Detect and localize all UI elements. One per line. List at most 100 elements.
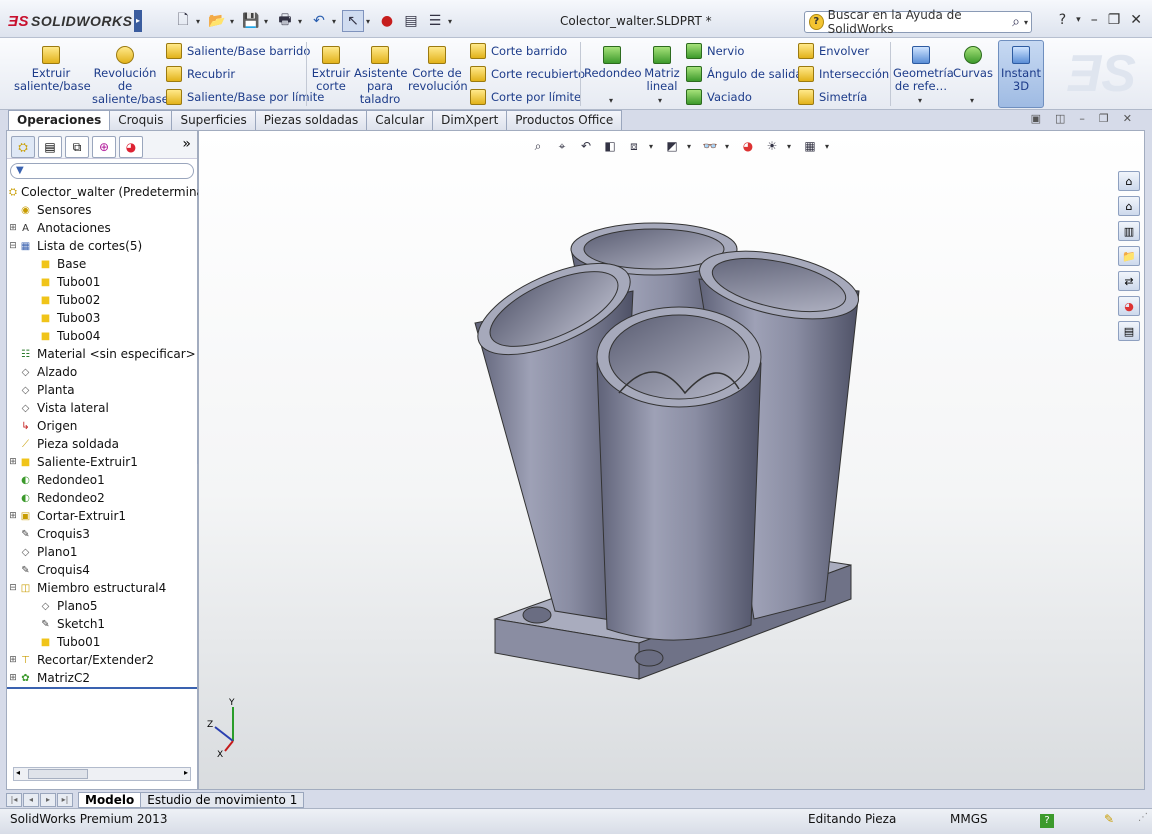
magnifier-icon[interactable]: ⌕	[1012, 14, 1020, 30]
select-cursor-icon[interactable]: ↖	[342, 10, 364, 32]
help-dropdown-icon[interactable]: ▾	[1076, 12, 1081, 28]
menu-expand-arrow[interactable]: ▸	[134, 10, 142, 32]
close-icon[interactable]: ✕	[1130, 12, 1142, 28]
view-tile-icon[interactable]: ▣	[1031, 112, 1041, 125]
prev-tab-icon[interactable]: ◂	[23, 793, 39, 807]
tree-item[interactable]: ✎ Sketch1	[9, 615, 197, 633]
tree-expander-icon[interactable]: ⊞	[9, 511, 17, 521]
tree-item[interactable]: ◐ Redondeo1	[9, 471, 197, 489]
tree-item[interactable]: ⊟ ◫ Miembro estructural4	[9, 579, 197, 597]
tree-item[interactable]: ■ Tubo02	[9, 291, 197, 309]
draft-button[interactable]: Ángulo de salida	[686, 66, 802, 82]
tab-estudio-movimiento[interactable]: Estudio de movimiento 1	[140, 792, 305, 808]
scroll-thumb[interactable]	[28, 769, 88, 779]
extrude-boss-button[interactable]: Extruir saliente/base	[14, 46, 91, 93]
tree-item[interactable]: ◇ Plano1	[9, 543, 197, 561]
last-tab-icon[interactable]: ▸|	[57, 793, 73, 807]
tree-item[interactable]: ◇ Planta	[9, 381, 197, 399]
file-explorer-icon[interactable]: 📁	[1118, 246, 1140, 266]
tree-item[interactable]: ↳ Origen	[9, 417, 197, 435]
solidworks-logo[interactable]: ƎS SOLIDWORKS	[8, 10, 132, 32]
boundary-cut-button[interactable]: Corte por límite	[470, 89, 581, 105]
panel-expand-icon[interactable]: »	[182, 136, 191, 158]
reference-geometry-button[interactable]: Geometría de refe…	[893, 46, 954, 93]
tab-superficies[interactable]: Superficies	[171, 110, 256, 130]
home-icon[interactable]: ⌂	[1118, 196, 1140, 216]
tab-calcular[interactable]: Calcular	[366, 110, 434, 130]
fillet-button[interactable]: Redondeo	[584, 46, 642, 80]
tree-expander-icon[interactable]: ⊞	[9, 673, 17, 683]
tab-productos-office[interactable]: Productos Office	[506, 110, 623, 130]
tag-icon[interactable]: ✎	[1104, 812, 1114, 826]
pattern-dropdown-icon[interactable]: ▾	[658, 96, 662, 105]
shell-button[interactable]: Vaciado	[686, 89, 752, 105]
tree-expander-icon[interactable]: ⊟	[9, 241, 17, 251]
propertymanager-tab-icon[interactable]: ▤	[38, 136, 62, 158]
tree-expander-icon[interactable]: ⊞	[9, 457, 17, 467]
swept-cut-button[interactable]: Corte barrido	[470, 43, 567, 59]
hole-wizard-button[interactable]: Asistente para taladro	[354, 46, 408, 106]
wrap-button[interactable]: Envolver	[798, 43, 869, 59]
new-document-icon[interactable]: 🗋	[172, 10, 194, 32]
doc-minimize-icon[interactable]: –	[1079, 112, 1085, 125]
search-dropdown-icon[interactable]: ▾	[1024, 18, 1028, 27]
curves-dropdown-icon[interactable]: ▾	[970, 96, 974, 105]
print-icon[interactable]: 🖶	[274, 10, 296, 32]
tree-item[interactable]: ☷ Material <sin especificar>	[9, 345, 197, 363]
rib-button[interactable]: Nervio	[686, 43, 744, 59]
help-icon[interactable]: ?	[1059, 12, 1066, 28]
next-tab-icon[interactable]: ▸	[40, 793, 56, 807]
doc-close-icon[interactable]: ✕	[1123, 112, 1132, 125]
graphics-area[interactable]: ⌕ ⌖ ↶ ◧ ⧈ ▾ ◩ ▾ 👓 ▾ ◕ ☀ ▾ ▦ ▾ Y Z X ⌂ ⌂ …	[198, 130, 1145, 790]
rollback-bar[interactable]	[7, 687, 197, 689]
help-search-input[interactable]: ? Buscar en la Ayuda de SolidWorks ⌕ ▾	[804, 8, 1032, 36]
tree-item[interactable]: ⊞ ▣ Cortar-Extruir1	[9, 507, 197, 525]
appearances-icon[interactable]: ◕	[1118, 296, 1140, 316]
tree-item[interactable]: ◇ Plano5	[9, 597, 197, 615]
tree-item[interactable]: ◇ Alzado	[9, 363, 197, 381]
file-properties-icon[interactable]: ▤	[400, 10, 422, 32]
extrude-cut-button[interactable]: Extruir corte	[310, 46, 352, 93]
fillet-dropdown-icon[interactable]: ▾	[609, 96, 613, 105]
save-icon[interactable]: 💾	[240, 10, 262, 32]
tree-root[interactable]: ⛭ Colector_walter (Predeterminado	[9, 183, 219, 201]
resize-grip-icon[interactable]: ⋰	[1138, 812, 1148, 823]
scroll-left-icon[interactable]: ◂	[16, 768, 20, 777]
tab-operaciones[interactable]: Operaciones	[8, 110, 111, 130]
tree-item[interactable]: ⊞ ✿ MatrizC2	[9, 669, 197, 687]
rebuild-icon[interactable]: ●	[376, 10, 398, 32]
mirror-button[interactable]: Simetría	[798, 89, 867, 105]
tab-dimxpert[interactable]: DimXpert	[432, 110, 508, 130]
scroll-right-icon[interactable]: ▸	[184, 768, 188, 777]
tree-item[interactable]: ✎ Croquis3	[9, 525, 197, 543]
custom-properties-icon[interactable]: ▤	[1118, 321, 1140, 341]
first-tab-icon[interactable]: |◂	[6, 793, 22, 807]
tree-expander-icon[interactable]: ⊞	[9, 223, 17, 233]
revolve-cut-button[interactable]: Corte de revolución	[408, 46, 468, 93]
tree-item[interactable]: ⟋ Pieza soldada	[9, 435, 197, 453]
doc-restore-icon[interactable]: ❐	[1099, 112, 1109, 125]
lofted-cut-button[interactable]: Corte recubierto	[470, 66, 585, 82]
part-model-3d[interactable]	[199, 131, 1145, 790]
tree-item[interactable]: ■ Tubo04	[9, 327, 197, 345]
tree-item[interactable]: ◉ Sensores	[9, 201, 197, 219]
linear-pattern-button[interactable]: Matriz lineal	[642, 46, 682, 93]
tree-item[interactable]: ✎ Croquis4	[9, 561, 197, 579]
tree-horizontal-scrollbar[interactable]: ◂ ▸	[13, 767, 191, 781]
options-icon[interactable]: ☰	[424, 10, 446, 32]
tab-modelo[interactable]: Modelo	[78, 792, 142, 808]
view-split-icon[interactable]: ◫	[1055, 112, 1065, 125]
tree-expander-icon[interactable]: ⊞	[9, 655, 17, 665]
featuremanager-tab-icon[interactable]: ⛭	[11, 136, 35, 158]
tree-item[interactable]: ◐ Redondeo2	[9, 489, 197, 507]
tree-item[interactable]: ■ Tubo01	[9, 273, 197, 291]
ref-geometry-dropdown-icon[interactable]: ▾	[918, 96, 922, 105]
tree-item[interactable]: ⊟ ▦ Lista de cortes(5)	[9, 237, 197, 255]
open-folder-icon[interactable]: 📂	[206, 10, 228, 32]
restore-icon[interactable]: ❐	[1108, 12, 1121, 28]
configurationmanager-tab-icon[interactable]: ⧉	[65, 136, 89, 158]
solidworks-resources-icon[interactable]: ⌂	[1118, 171, 1140, 191]
quick-tips-icon[interactable]: ?	[1040, 814, 1054, 828]
tree-expander-icon[interactable]: ⊟	[9, 583, 17, 593]
view-palette-icon[interactable]: ⇄	[1118, 271, 1140, 291]
